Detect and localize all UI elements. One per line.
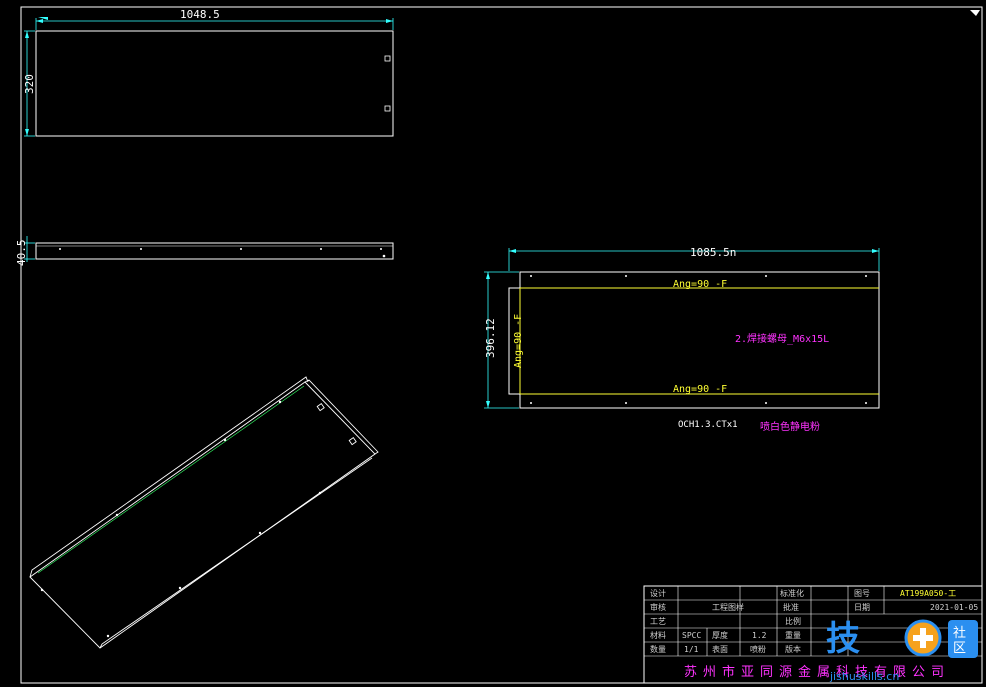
- tb-drawing-type: 工程图样: [712, 602, 744, 612]
- finish-note: 喷白色静电粉: [760, 420, 820, 433]
- top-view-width-label: 1048.5: [180, 8, 220, 21]
- watermark-brand: 技: [826, 619, 860, 659]
- side-view-outline: [35, 242, 394, 260]
- cad-drawing-canvas: 1048.5 320 40.5 Ang=90 -F Ang=90 -F Ang=…: [15, 6, 983, 684]
- tb-approve-label: 批准: [783, 602, 799, 612]
- top-view: 1048.5 320: [23, 8, 394, 137]
- tb-drawing-no-label: 图号: [854, 589, 870, 598]
- tb-quantity: 1/1: [684, 645, 699, 654]
- tb-quantity-label: 数量: [650, 644, 666, 654]
- isometric-view: [29, 376, 379, 649]
- tb-standard-label: 标准化: [780, 588, 804, 598]
- tb-material: SPCC: [682, 631, 701, 640]
- iso-hole: [348, 437, 357, 446]
- tb-date: 2021-01-05: [930, 603, 978, 612]
- watermark-site: jishuskills.cn: [829, 670, 899, 683]
- corner-marker-tr: [970, 10, 980, 16]
- tb-scale-label: 比例: [785, 616, 801, 626]
- side-view: 40.5: [15, 236, 394, 267]
- tb-thickness-label: 厚度: [712, 630, 728, 640]
- tb-surface-label: 表面: [712, 644, 728, 654]
- tb-design-label: 设计: [650, 588, 666, 598]
- bend-label-bottom: Ang=90 -F: [673, 384, 727, 395]
- flat-bottom-flange: [519, 393, 880, 409]
- side-view-height-label: 40.5: [15, 240, 28, 267]
- watermark-badge-text: 社区: [953, 625, 966, 656]
- drawing-border: [20, 6, 983, 684]
- tb-drawing-no: AT199A050-工: [900, 589, 956, 598]
- tb-process-label: 工艺: [650, 617, 666, 626]
- flat-width-label: 1085.5n: [690, 246, 736, 259]
- tb-thickness: 1.2: [752, 631, 767, 640]
- bend-label-top: Ang=90 -F: [673, 279, 727, 290]
- iso-tray-base: [29, 381, 376, 649]
- top-view-hole: [384, 55, 391, 62]
- tb-weight-label: 重量: [785, 630, 801, 640]
- tb-surface: 喷粉: [750, 644, 766, 654]
- tb-date-label: 日期: [854, 603, 870, 612]
- company-name: 苏州市亚同源金属科技有限公司: [684, 664, 950, 680]
- bend-label-left: Ang=90 -F: [513, 314, 524, 368]
- material-note: OCH1.3.CTx1: [678, 420, 738, 430]
- top-view-outline: [35, 30, 394, 137]
- tb-material-label: 材料: [650, 630, 666, 640]
- tb-version-label: 版本: [785, 644, 801, 654]
- top-view-hole: [384, 105, 391, 112]
- flat-pattern-view: Ang=90 -F Ang=90 -F Ang=90 -F 1085.5n 39…: [484, 246, 880, 433]
- flat-height-label: 396.12: [484, 318, 497, 358]
- top-view-height-label: 320: [23, 74, 36, 94]
- weld-nut-note: 2.焊接螺母_M6x15L: [735, 332, 829, 345]
- iso-hole: [316, 403, 325, 412]
- tb-review-label: 审核: [650, 602, 666, 612]
